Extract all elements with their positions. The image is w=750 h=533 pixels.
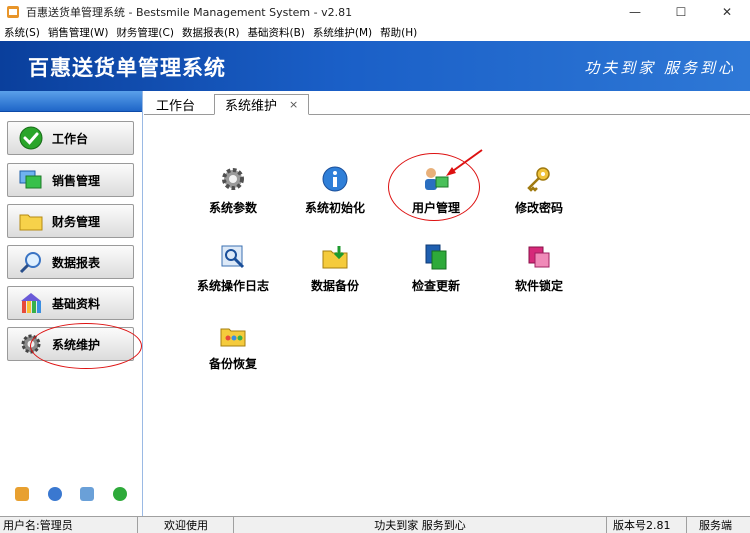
tile-label: 系统参数 bbox=[208, 201, 257, 215]
gear-icon bbox=[18, 332, 44, 356]
status-version: 版本号2.81 bbox=[607, 516, 687, 533]
tile-system-params[interactable]: 系统参数 bbox=[183, 165, 283, 216]
arrow-annotation-icon bbox=[446, 149, 483, 176]
sidebar-item-label: 销售管理 bbox=[52, 173, 101, 188]
sidebar-shortcuts bbox=[0, 483, 142, 505]
sidebar-item-reports[interactable]: 数据报表 bbox=[7, 245, 134, 279]
refresh-icon[interactable] bbox=[112, 487, 127, 501]
tile-label: 备份恢复 bbox=[208, 357, 257, 371]
tab-workbench[interactable]: 工作台 bbox=[146, 94, 205, 115]
tile-label: 系统初始化 bbox=[304, 201, 365, 215]
sidebar-header bbox=[0, 91, 142, 112]
maximize-button[interactable]: ☐ bbox=[658, 0, 704, 23]
tile-label: 用户管理 bbox=[411, 201, 460, 215]
status-slogan: 功夫到家 服务到心 bbox=[234, 516, 607, 533]
update-icon bbox=[425, 244, 447, 270]
tab-label: 系统维护 bbox=[225, 99, 278, 114]
check-icon bbox=[18, 126, 44, 150]
sidebar-item-label: 基础资料 bbox=[52, 296, 101, 311]
tab-close-button[interactable]: × bbox=[289, 98, 298, 111]
sidebar-item-sales[interactable]: 销售管理 bbox=[7, 163, 134, 197]
sidebar-item-maintenance[interactable]: 系统维护 bbox=[7, 327, 134, 361]
menu-finance[interactable]: 财务管理(C) bbox=[116, 25, 174, 40]
sidebar-item-basic-data[interactable]: 基础资料 bbox=[7, 286, 134, 320]
tile-software-lock[interactable]: 软件锁定 bbox=[489, 243, 589, 294]
tab-maintenance[interactable]: 系统维护 × bbox=[214, 94, 310, 115]
close-button[interactable]: ✕ bbox=[704, 0, 750, 23]
status-user: 用户名:管理员 bbox=[0, 516, 138, 533]
windows-icon bbox=[18, 168, 44, 192]
info-icon bbox=[322, 166, 348, 192]
tile-system-init[interactable]: 系统初始化 bbox=[285, 165, 385, 216]
sidebar: 工作台 销售管理 财务管理 数据报表 基础资料 系统维护 bbox=[0, 91, 143, 516]
screen-icon[interactable] bbox=[80, 487, 95, 501]
sidebar-item-finance[interactable]: 财务管理 bbox=[7, 204, 134, 238]
tile-label: 修改密码 bbox=[514, 201, 563, 215]
magnifier-icon bbox=[18, 250, 44, 274]
menu-maintenance[interactable]: 系统维护(M) bbox=[313, 25, 372, 40]
restore-icon bbox=[220, 328, 246, 347]
tile-label: 检查更新 bbox=[411, 279, 460, 293]
banner-slogan: 功夫到家 服务到心 bbox=[584, 59, 736, 77]
title-bar: 百惠送货单管理系统 - Bestsmile Management System … bbox=[0, 0, 750, 23]
house-icon bbox=[18, 291, 44, 315]
sidebar-item-label: 工作台 bbox=[52, 131, 89, 146]
log-icon bbox=[221, 245, 245, 269]
menu-help[interactable]: 帮助(H) bbox=[380, 25, 417, 40]
menu-sales[interactable]: 销售管理(W) bbox=[48, 25, 109, 40]
tile-label: 数据备份 bbox=[310, 279, 359, 293]
app-icon bbox=[7, 5, 19, 18]
tile-operation-log[interactable]: 系统操作日志 bbox=[183, 243, 283, 294]
minimize-button[interactable]: — bbox=[612, 0, 658, 23]
status-welcome: 欢迎使用 bbox=[138, 516, 234, 533]
tile-backup-restore[interactable]: 备份恢复 bbox=[183, 321, 283, 372]
menu-basic-data[interactable]: 基础资料(B) bbox=[247, 25, 304, 40]
menu-bar: 系统(S) 销售管理(W) 财务管理(C) 数据报表(R) 基础资料(B) 系统… bbox=[0, 23, 750, 41]
tile-check-update[interactable]: 检查更新 bbox=[386, 243, 486, 294]
key-icon bbox=[527, 167, 550, 192]
lock-icon bbox=[528, 246, 550, 268]
maintenance-panel: 系统参数 系统初始化 用户管理 修改密码 系统操作日志 数据备份 检查更新 软件… bbox=[144, 115, 750, 516]
tile-change-password[interactable]: 修改密码 bbox=[489, 165, 589, 216]
folder-icon bbox=[18, 209, 44, 233]
clock-icon[interactable] bbox=[47, 487, 62, 501]
sidebar-item-label: 系统维护 bbox=[52, 337, 101, 352]
sidebar-item-workbench[interactable]: 工作台 bbox=[7, 121, 134, 155]
status-bar: 用户名:管理员 欢迎使用 功夫到家 服务到心 版本号2.81 服务端 bbox=[0, 516, 750, 533]
backup-icon bbox=[322, 246, 348, 269]
tile-label: 软件锁定 bbox=[514, 279, 563, 293]
gear-icon bbox=[222, 168, 244, 190]
banner-title: 百惠送货单管理系统 bbox=[28, 56, 226, 80]
key-icon[interactable] bbox=[15, 487, 30, 501]
sidebar-item-label: 数据报表 bbox=[52, 255, 101, 270]
menu-system[interactable]: 系统(S) bbox=[4, 25, 40, 40]
header-banner: 百惠送货单管理系统 功夫到家 服务到心 bbox=[0, 41, 750, 91]
sidebar-item-label: 财务管理 bbox=[52, 214, 101, 229]
tile-data-backup[interactable]: 数据备份 bbox=[285, 243, 385, 294]
tab-label: 工作台 bbox=[156, 99, 196, 114]
tile-label: 系统操作日志 bbox=[196, 279, 269, 293]
menu-reports[interactable]: 数据报表(R) bbox=[182, 25, 240, 40]
window-title: 百惠送货单管理系统 - Bestsmile Management System … bbox=[26, 5, 353, 19]
status-mode: 服务端 bbox=[699, 519, 732, 532]
tab-strip: 工作台 系统维护 × bbox=[144, 91, 750, 115]
